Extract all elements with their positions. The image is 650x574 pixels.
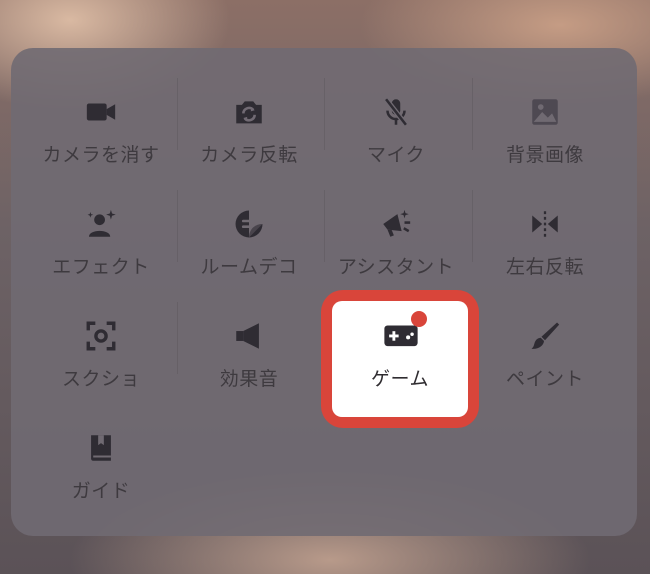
paint-button[interactable]: ペイント	[471, 277, 619, 390]
mic-off-icon	[378, 95, 414, 129]
effect-button[interactable]: エフェクト	[27, 165, 175, 278]
room-deco-button[interactable]: ルームデコ	[175, 165, 323, 278]
mirror-flip-button[interactable]: 左右反転	[471, 165, 619, 278]
video-camera-icon	[83, 95, 119, 129]
speaker-icon	[231, 319, 267, 353]
camera-flip-icon	[231, 95, 267, 129]
camera-off-button[interactable]: カメラを消す	[27, 53, 175, 166]
background-image-button[interactable]: 背景画像	[471, 53, 619, 166]
effect-label: エフェクト	[52, 256, 150, 278]
megaphone-sparkle-icon	[378, 207, 414, 241]
mirror-flip-icon	[527, 207, 563, 241]
game-button[interactable]: ゲーム	[321, 290, 479, 428]
mic-button[interactable]: マイク	[322, 53, 470, 166]
person-sparkle-icon	[83, 207, 119, 241]
screenshot-label: スクショ	[61, 368, 140, 390]
room-deco-label: ルームデコ	[200, 256, 298, 278]
book-icon	[83, 431, 119, 465]
brush-icon	[527, 319, 563, 353]
assistant-button[interactable]: アシスタント	[322, 165, 470, 278]
paint-label: ペイント	[505, 368, 584, 390]
sound-effect-label: 効果音	[219, 368, 279, 390]
screenshot-icon	[83, 319, 119, 353]
assistant-label: アシスタント	[337, 256, 455, 278]
mirror-flip-label: 左右反転	[505, 256, 584, 278]
guide-label: ガイド	[71, 480, 131, 502]
guide-button[interactable]: ガイド	[27, 389, 175, 502]
camera-off-label: カメラを消す	[42, 144, 160, 166]
sticker-icon	[231, 207, 267, 241]
game-button-surface: ゲーム	[332, 301, 468, 417]
notification-dot	[411, 311, 427, 327]
image-icon	[527, 95, 563, 129]
camera-flip-button[interactable]: カメラ反転	[175, 53, 323, 166]
mic-label: マイク	[366, 144, 426, 166]
game-label: ゲーム	[371, 368, 429, 390]
screenshot-button[interactable]: スクショ	[27, 277, 175, 390]
camera-flip-label: カメラ反転	[200, 144, 298, 166]
background-image-label: 背景画像	[505, 144, 584, 166]
sound-effect-button[interactable]: 効果音	[175, 277, 323, 390]
